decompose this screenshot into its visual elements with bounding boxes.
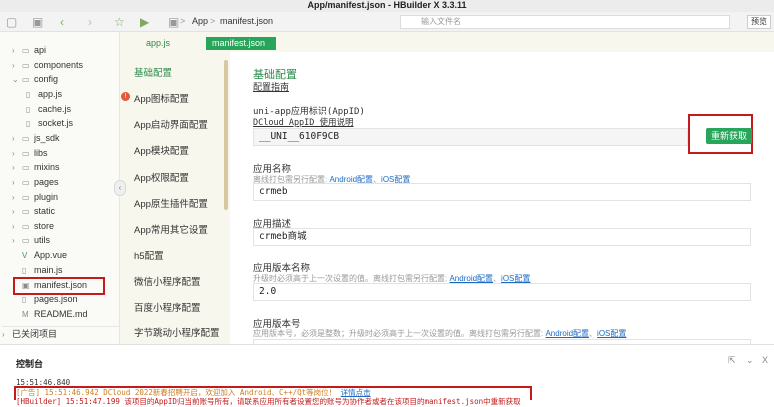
folder-icon: ▣ [168, 15, 180, 29]
app-desc-input[interactable]: crmeb商城 [253, 228, 751, 246]
tree-item-main-js[interactable]: ▯ main.js [22, 263, 63, 277]
warning-icon: ! [121, 92, 130, 101]
regenerate-appid-button[interactable]: 重新获取 [706, 128, 752, 144]
save-icon[interactable]: ▣ [32, 15, 43, 29]
breadcrumb-app[interactable]: App [192, 16, 208, 26]
export-icon[interactable]: ⇱ [728, 355, 736, 366]
guide-link[interactable]: 配置指南 [253, 80, 289, 93]
tree-item-static[interactable]: › ▭ static [12, 204, 55, 218]
version-name-input[interactable]: 2.0 [253, 283, 751, 301]
preview-button[interactable]: 预览 [747, 15, 771, 29]
tree-item-plugin[interactable]: › ▭ plugin [12, 190, 58, 204]
forward-icon[interactable]: › [88, 15, 92, 29]
nav-app-permissions[interactable]: App权限配置 [134, 170, 189, 184]
nav-app-plugins[interactable]: App原生插件配置 [134, 196, 208, 210]
run-icon[interactable]: ▶ [140, 15, 149, 29]
android-config-link-2[interactable]: Android配置 [449, 274, 493, 283]
closed-projects[interactable]: › 已关闭项目 [2, 326, 120, 340]
window-title: App/manifest.json - HBuilder X 3.3.11 [0, 0, 774, 12]
tree-item-config[interactable]: ⌄ ▭ config [12, 72, 58, 86]
close-console-icon[interactable]: ⌄ [746, 355, 754, 366]
version-name-label: 应用版本名称 [253, 263, 311, 274]
name-label: 应用名称 [253, 164, 292, 175]
collapse-sidebar-icon[interactable]: ‹ [114, 180, 126, 196]
tab-app-js[interactable]: app.js [140, 37, 176, 50]
nav-app-icon[interactable]: App图标配置 [134, 91, 189, 105]
version-code-sub: 应用版本号，必须是整数；升级时必须高于上一次设置的值。离线打包需另行配置: An… [253, 329, 627, 338]
ios-config-link-3[interactable]: iOS配置 [597, 329, 626, 338]
tab-manifest-json[interactable]: manifest.json [206, 37, 276, 50]
manifest-highlight-box [13, 277, 105, 295]
android-config-link-3[interactable]: Android配置 [545, 329, 589, 338]
appid-field[interactable]: __UNI__610F9CB [253, 128, 688, 146]
console-highlight-box [14, 386, 532, 400]
tree-item-pages[interactable]: › ▭ pages [12, 175, 59, 189]
tree-item-js-sdk[interactable]: › ▭ js_sdk [12, 131, 60, 145]
nav-scrollbar[interactable] [224, 60, 228, 210]
star-icon[interactable]: ☆ [114, 15, 125, 29]
tree-item-components[interactable]: › ▭ components [12, 58, 83, 72]
appid-help-link[interactable]: DCloud AppID 使用说明 [253, 116, 354, 128]
tree-item-socket-js[interactable]: ▯ socket.js [26, 116, 73, 130]
tree-item-app-js[interactable]: ▯ app.js [26, 87, 62, 101]
tree-item-utils[interactable]: › ▭ utils [12, 233, 50, 247]
close-icon[interactable]: X [762, 355, 768, 365]
console-header: 控制台 [0, 344, 774, 373]
tree-item-app-vue[interactable]: V App.vue [22, 248, 67, 262]
back-icon[interactable]: ‹ [60, 15, 64, 29]
nav-app-other[interactable]: App常用其它设置 [134, 222, 208, 236]
nav-h5[interactable]: h5配置 [134, 248, 164, 262]
new-file-icon[interactable]: ▢ [6, 15, 17, 29]
tree-item-api[interactable]: › ▭ api [12, 43, 46, 57]
tree-item-readme[interactable]: M README.md [22, 307, 88, 321]
breadcrumb-file[interactable]: manifest.json [220, 16, 273, 26]
file-search-input[interactable]: 输入文件名 [400, 15, 730, 29]
nav-basic[interactable]: 基础配置 [134, 65, 172, 79]
tree-item-store[interactable]: › ▭ store [12, 219, 54, 233]
project-sidebar: › ▭ api › ▭ components ⌄ ▭ config ▯ app.js ▯ cac… [0, 32, 120, 344]
nav-app-splash[interactable]: App启动界面配置 [134, 117, 208, 131]
tree-item-cache-js[interactable]: ▯ cache.js [26, 102, 71, 116]
nav-baidu[interactable]: 百度小程序配置 [134, 300, 201, 314]
tree-item-mixins[interactable]: › ▭ mixins [12, 160, 60, 174]
ios-config-link-2[interactable]: iOS配置 [501, 274, 530, 283]
nav-toutiao[interactable]: 字节跳动小程序配置 [134, 325, 220, 339]
tree-item-libs[interactable]: › ▭ libs [12, 146, 48, 160]
toolbar: ▢ ▣ ‹ › ☆ ▶ ▣ > App > manifest.json 输入文件… [0, 12, 774, 32]
app-name-input[interactable]: crmeb [253, 183, 751, 201]
nav-weixin[interactable]: 微信小程序配置 [134, 274, 201, 288]
settings-nav: 基础配置 App图标配置 App启动界面配置 App模块配置 App权限配置 A… [120, 52, 230, 344]
editor-tabs: app.js manifest.json [120, 32, 774, 52]
nav-app-modules[interactable]: App模块配置 [134, 143, 189, 157]
